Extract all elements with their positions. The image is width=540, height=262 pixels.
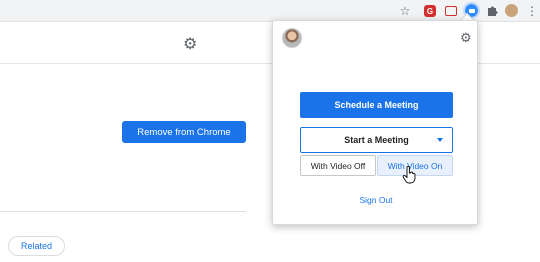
start-meeting-label: Start a Meeting xyxy=(344,135,409,145)
start-meeting-button[interactable]: Start a Meeting xyxy=(300,127,453,153)
schedule-meeting-button[interactable]: Schedule a Meeting xyxy=(300,92,453,118)
star-icon[interactable]: ☆ xyxy=(397,3,413,19)
with-video-off-button[interactable]: With Video Off xyxy=(300,155,376,176)
hand-cursor-icon xyxy=(402,166,416,184)
avatar[interactable] xyxy=(282,28,302,48)
related-button[interactable]: Related xyxy=(8,236,65,256)
browser-window: ☆ G ⋮ ⚙ Remove from Chrome Related ⚙ Sch… xyxy=(0,0,540,262)
settings-gear-icon[interactable]: ⚙ xyxy=(460,30,472,46)
puzzle-icon[interactable] xyxy=(484,3,500,19)
kebab-menu-icon[interactable]: ⋮ xyxy=(524,3,540,19)
zoom-popup: ⚙ Schedule a Meeting Start a Meeting Wit… xyxy=(272,20,478,225)
gear-icon[interactable]: ⚙ xyxy=(183,34,197,54)
browser-toolbar: ☆ G ⋮ xyxy=(0,0,540,22)
sign-out-link[interactable]: Sign Out xyxy=(273,195,479,205)
profile-avatar-icon[interactable] xyxy=(505,4,518,17)
chevron-down-icon[interactable] xyxy=(437,138,443,142)
remove-from-chrome-button[interactable]: Remove from Chrome xyxy=(122,121,246,143)
ext-red-icon[interactable]: G xyxy=(424,5,436,17)
divider xyxy=(0,211,246,212)
ext-cast-icon[interactable] xyxy=(445,6,457,16)
